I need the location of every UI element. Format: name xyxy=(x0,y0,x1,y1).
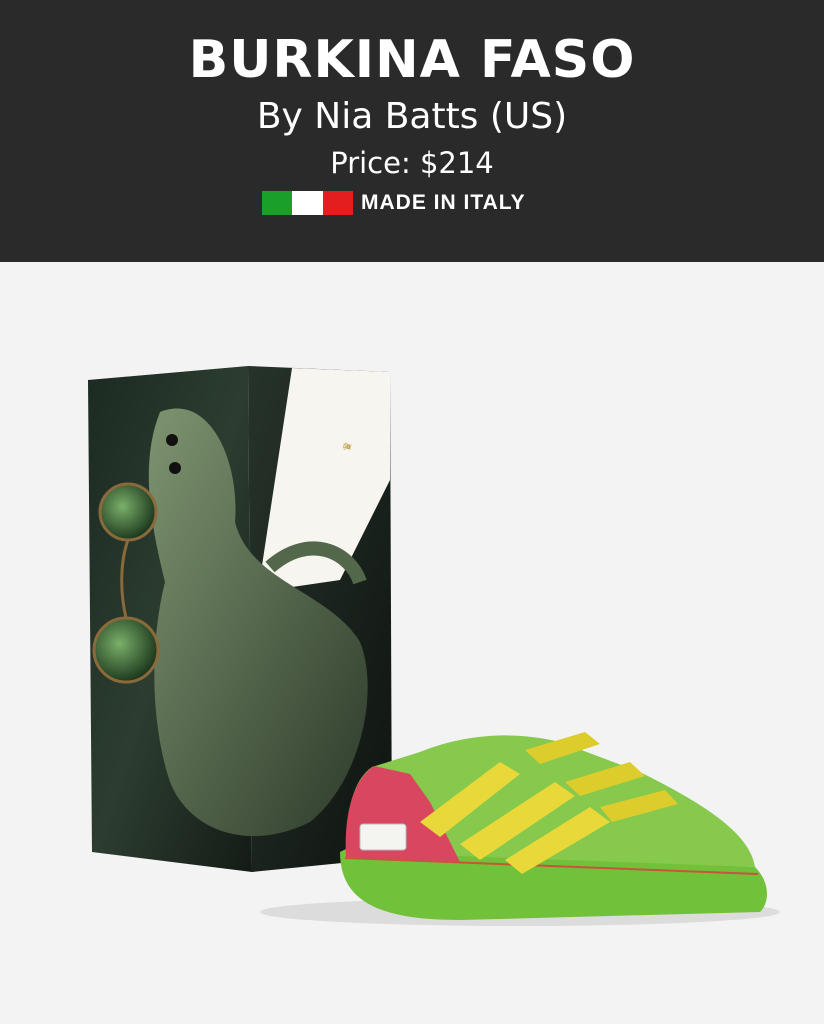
product-image: ♛ xyxy=(0,262,824,1024)
flag-stripe-white xyxy=(292,191,323,215)
product-header: BURKINA FASO By Nia Batts (US) Price: $2… xyxy=(0,0,824,262)
made-in-badge: MADE IN ITALY xyxy=(262,190,526,216)
made-in-label: MADE IN ITALY xyxy=(361,191,526,214)
flag-stripe-red xyxy=(322,191,353,215)
product-title: BURKINA FASO xyxy=(188,30,636,90)
flag-stripe-green xyxy=(262,191,293,215)
crocodile-eye xyxy=(166,434,178,446)
crocodile-eye-2 xyxy=(169,462,181,474)
sunglasses-lens-top xyxy=(98,482,158,542)
price-label: Price: $214 xyxy=(330,146,494,180)
sunglasses-lens-bottom xyxy=(92,616,160,684)
italy-flag-icon xyxy=(262,191,353,215)
product-illustration: ♛ xyxy=(88,366,780,926)
designer-byline: By Nia Batts (US) xyxy=(256,96,568,137)
shoe-tag xyxy=(359,823,407,851)
